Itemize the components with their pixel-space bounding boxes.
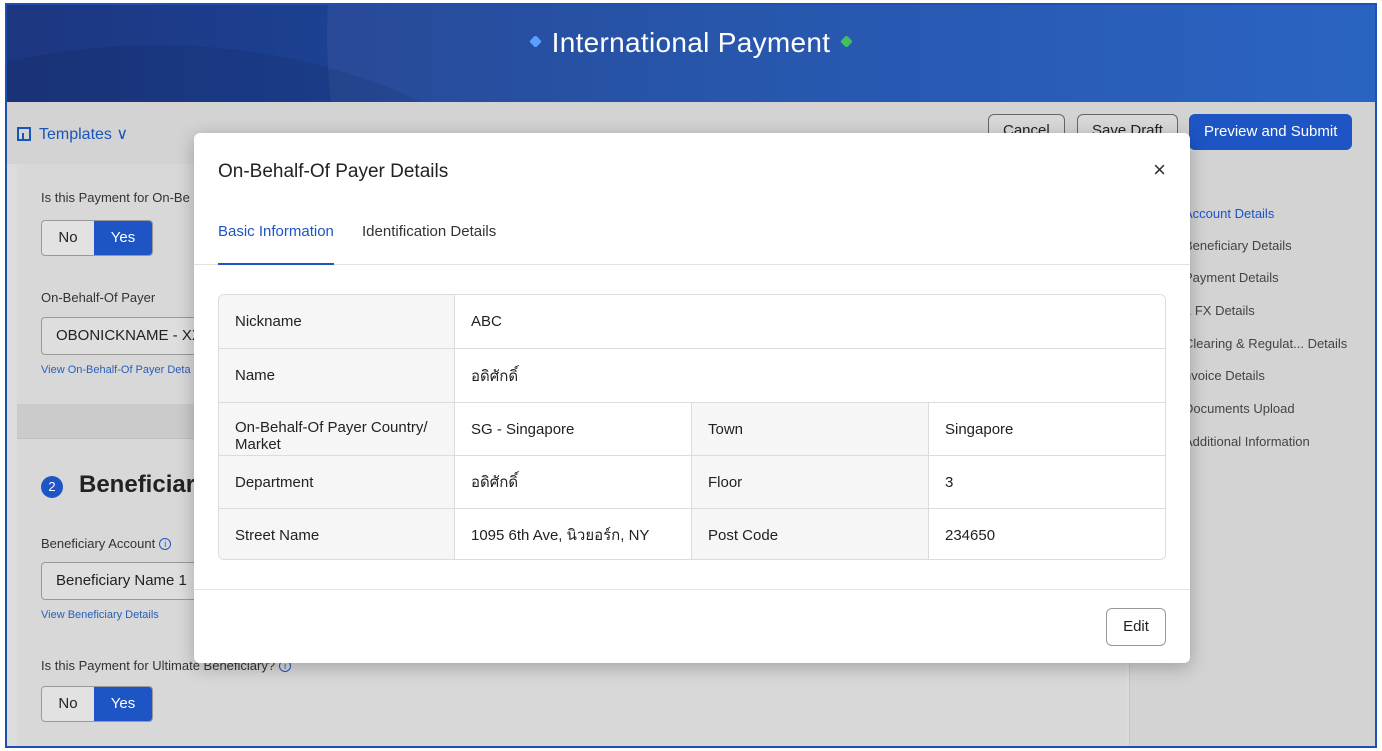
templates-label: Templates [39, 126, 112, 143]
nav-item-clearing-details[interactable]: Clearing & Regulat... Details [1184, 336, 1347, 351]
preview-submit-button[interactable]: Preview and Submit [1189, 114, 1353, 150]
diamond-icon [840, 35, 854, 48]
table-row: Name อดิศักดิ์ [219, 349, 1165, 403]
obo-payer-label: On-Behalf-Of Payer [41, 290, 156, 305]
nav-item-payment-details[interactable]: Payment Details [1184, 270, 1279, 285]
template-icon [17, 127, 31, 141]
nav-item-fx-details[interactable]: 1 FX Details [1184, 303, 1255, 318]
modal-footer: Edit [194, 589, 1190, 663]
edit-button[interactable]: Edit [1106, 608, 1166, 646]
department-label: Department [219, 456, 455, 508]
nav-item-additional-information[interactable]: Additional Information [1184, 434, 1310, 449]
modal-tabs: Basic Information Identification Details [194, 217, 1190, 265]
beneficiary-account-label-text: Beneficiary Account [41, 536, 156, 551]
postcode-value: 234650 [929, 509, 1165, 559]
section-title: Beneficiary [79, 471, 209, 498]
street-label: Street Name [219, 509, 455, 559]
table-row: On-Behalf-Of Payer Country/ Market SG - … [219, 403, 1165, 456]
department-value: อดิศักดิ์ [455, 456, 691, 508]
name-value: อดิศักดิ์ [455, 349, 1165, 402]
no-option[interactable]: No [42, 221, 94, 255]
page-title: International Payment [7, 27, 1375, 59]
ultimate-toggle[interactable]: No Yes [41, 686, 153, 722]
town-value: Singapore [929, 403, 1165, 455]
view-beneficiary-link[interactable]: View Beneficiary Details [41, 609, 159, 621]
close-icon[interactable]: × [1153, 157, 1166, 183]
floor-value: 3 [929, 456, 1165, 508]
nav-item-invoice-details[interactable]: nvoice Details [1184, 368, 1265, 383]
nav-item-account-details[interactable]: Account Details [1184, 206, 1274, 221]
tab-basic-information[interactable]: Basic Information [218, 223, 334, 265]
name-label: Name [219, 349, 455, 402]
beneficiary-account-label: Beneficiary Account i [41, 536, 172, 551]
country-value: SG - Singapore [455, 403, 691, 455]
tab-identification-details[interactable]: Identification Details [362, 223, 496, 265]
table-row: Street Name 1095 6th Ave, นิวยอร์ก, NY P… [219, 509, 1165, 559]
obo-payer-details-modal: On-Behalf-Of Payer Details × Basic Infor… [194, 133, 1190, 663]
templates-dropdown[interactable]: Templates ∨ [17, 124, 128, 144]
obo-question: Is this Payment for On-Be [41, 190, 190, 205]
table-row: Nickname ABC [219, 295, 1165, 349]
info-icon[interactable]: i [159, 538, 172, 550]
yes-option[interactable]: Yes [94, 687, 152, 721]
table-row: Department อดิศักดิ์ Floor 3 [219, 456, 1165, 509]
town-label: Town [691, 403, 929, 455]
country-label: On-Behalf-Of Payer Country/ Market [219, 403, 455, 455]
nickname-value: ABC [455, 295, 1165, 348]
no-option[interactable]: No [42, 687, 94, 721]
page-title-text: International Payment [551, 27, 831, 58]
modal-title: On-Behalf-Of Payer Details [218, 161, 449, 182]
view-obo-link[interactable]: View On-Behalf-Of Payer Deta [41, 364, 191, 376]
header-banner: International Payment [7, 5, 1375, 102]
nav-item-documents-upload[interactable]: Documents Upload [1184, 401, 1295, 416]
diamond-icon [528, 35, 542, 48]
obo-toggle[interactable]: No Yes [41, 220, 153, 256]
nav-item-beneficiary-details[interactable]: Beneficiary Details [1184, 238, 1292, 253]
section-number-badge: 2 [41, 476, 63, 498]
yes-option[interactable]: Yes [94, 221, 152, 255]
floor-label: Floor [691, 456, 929, 508]
street-value: 1095 6th Ave, นิวยอร์ก, NY [455, 509, 691, 559]
nickname-label: Nickname [219, 295, 455, 348]
app-window: International Payment Templates ∨ Cancel… [5, 3, 1377, 748]
details-table: Nickname ABC Name อดิศักดิ์ On-Behalf-Of… [218, 294, 1166, 560]
postcode-label: Post Code [691, 509, 929, 559]
chevron-down-icon: ∨ [116, 126, 129, 143]
